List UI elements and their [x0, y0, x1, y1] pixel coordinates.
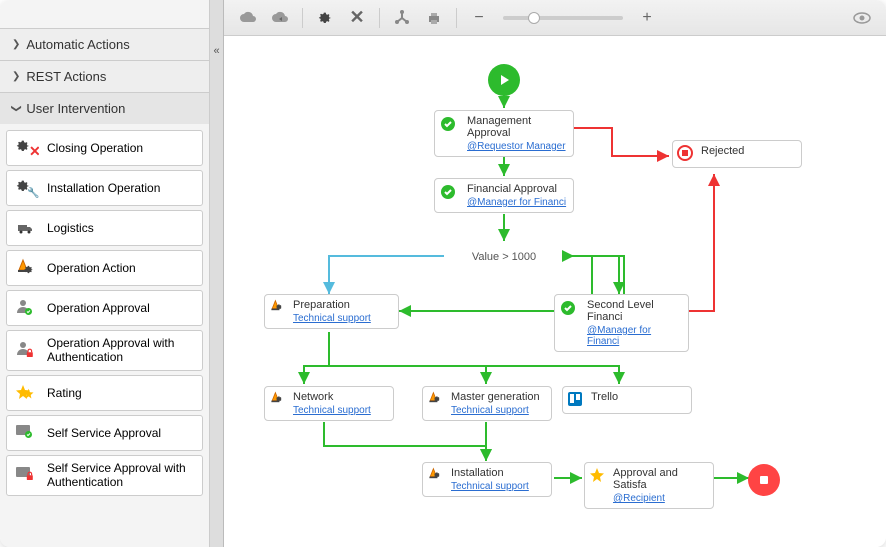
node-title: Trello — [591, 391, 685, 403]
palette-item-label: Operation Approval — [47, 301, 150, 315]
node-assignee[interactable]: Technical support — [451, 481, 545, 492]
node-title: Preparation — [293, 299, 392, 311]
decision-node[interactable]: Value > 1000 — [444, 242, 564, 272]
node-financial[interactable]: Financial Approval @Manager for Financi — [434, 178, 574, 213]
install-icon: 🔧 — [13, 176, 41, 200]
closing-icon: ✕ — [13, 136, 41, 160]
palette-item[interactable]: Rating — [6, 375, 203, 411]
node-title: Installation — [451, 467, 545, 479]
node-title: Master generation — [451, 391, 545, 403]
node-title: Second Level Financi — [587, 299, 682, 323]
print-button[interactable] — [420, 5, 448, 31]
cone-gear-icon — [269, 391, 291, 413]
zoom-out-button[interactable]: − — [465, 5, 493, 31]
node-title: Approval and Satisfa — [613, 467, 707, 491]
node-title: Management Approval — [467, 115, 567, 139]
cone-gear-icon — [269, 299, 291, 321]
palette-items: ✕ Closing Operation 🔧 Installation Opera… — [0, 124, 209, 502]
sidebar-collapse-handle[interactable]: « — [210, 0, 224, 547]
palette-item-label: Operation Action — [47, 261, 136, 275]
chevron-right-icon: ❯ — [12, 71, 20, 82]
node-assignee[interactable]: Technical support — [293, 313, 392, 324]
cone-gear-icon — [13, 256, 41, 280]
node-approval[interactable]: Approval and Satisfa @Recipient — [584, 462, 714, 509]
node-title: Financial Approval — [467, 183, 567, 195]
palette-item[interactable]: ✕ Closing Operation — [6, 130, 203, 166]
palette-item[interactable]: Operation Action — [6, 250, 203, 286]
delete-button[interactable]: ✕ — [343, 5, 371, 31]
cloud-button[interactable] — [234, 5, 262, 31]
stop-icon — [677, 145, 699, 167]
chevron-down-icon: ❯ — [11, 104, 22, 112]
palette-item[interactable]: Self Service Approval — [6, 415, 203, 451]
cloud-sync-button[interactable] — [266, 5, 294, 31]
node-rejected[interactable]: Rejected — [672, 140, 802, 168]
node-title: Network — [293, 391, 387, 403]
palette-section-automatic[interactable]: ❯ Automatic Actions — [0, 28, 209, 60]
node-trello[interactable]: Trello — [562, 386, 692, 414]
star-icon — [13, 381, 41, 405]
node-title: Rejected — [701, 145, 795, 157]
end-node[interactable] — [752, 468, 776, 492]
check-icon — [439, 115, 461, 137]
node-assignee[interactable]: @Recipient — [613, 493, 707, 504]
node-assignee[interactable]: Technical support — [451, 405, 545, 416]
palette-item[interactable]: Self Service Approval with Authenticatio… — [6, 455, 203, 496]
palette-item-label: Installation Operation — [47, 181, 160, 195]
check-icon — [439, 183, 461, 205]
palette-item-label: Self Service Approval — [47, 426, 161, 440]
palette-section-user[interactable]: ❯ User Intervention — [0, 92, 209, 124]
palette-item[interactable]: Logistics — [6, 210, 203, 246]
svg-text:✕: ✕ — [29, 143, 39, 158]
palette-item-label: Self Service Approval with Authenticatio… — [47, 461, 196, 490]
person-lock-icon — [13, 338, 41, 362]
star-icon — [589, 467, 611, 489]
slider-thumb[interactable] — [528, 12, 540, 24]
node-assignee[interactable]: Technical support — [293, 405, 387, 416]
cone-gear-icon — [427, 391, 449, 413]
palette-item-label: Operation Approval with Authentication — [47, 336, 196, 365]
check-icon — [559, 299, 581, 321]
palette-item-label: Rating — [47, 386, 82, 400]
decision-label: Value > 1000 — [472, 251, 536, 263]
zoom-in-button[interactable]: + — [633, 5, 661, 31]
palette-item[interactable]: 🔧 Installation Operation — [6, 170, 203, 206]
palette-item[interactable]: Operation Approval with Authentication — [6, 330, 203, 371]
screen-check-icon — [13, 421, 41, 445]
palette-section-label: REST Actions — [26, 69, 106, 84]
collapse-icon: « — [213, 45, 219, 57]
workflow-canvas[interactable]: Management Approval @Requestor Manager F… — [224, 36, 886, 547]
palette-section-label: Automatic Actions — [26, 37, 129, 52]
node-second[interactable]: Second Level Financi @Manager for Financ… — [554, 294, 689, 352]
preview-button[interactable] — [848, 5, 876, 31]
node-master[interactable]: Master generation Technical support — [422, 386, 552, 421]
truck-icon — [13, 216, 41, 240]
palette-sidebar: ❯ Automatic Actions ❯ REST Actions ❯ Use… — [0, 0, 210, 547]
node-assignee[interactable]: @Requestor Manager — [467, 141, 567, 152]
cone-gear-icon — [427, 467, 449, 489]
layout-button[interactable] — [388, 5, 416, 31]
node-management[interactable]: Management Approval @Requestor Manager — [434, 110, 574, 157]
node-assignee[interactable]: @Manager for Financi — [587, 325, 682, 347]
toolbar: ✕ − + — [224, 0, 886, 36]
palette-section-rest[interactable]: ❯ REST Actions — [0, 60, 209, 92]
node-preparation[interactable]: Preparation Technical support — [264, 294, 399, 329]
settings-button[interactable] — [311, 5, 339, 31]
node-assignee[interactable]: @Manager for Financi — [467, 197, 567, 208]
node-installation[interactable]: Installation Technical support — [422, 462, 552, 497]
palette-item[interactable]: Operation Approval — [6, 290, 203, 326]
palette-section-label: User Intervention — [26, 101, 125, 116]
palette-item-label: Closing Operation — [47, 141, 143, 155]
screen-lock-icon — [13, 463, 41, 487]
node-network[interactable]: Network Technical support — [264, 386, 394, 421]
svg-text:🔧: 🔧 — [27, 186, 39, 198]
palette-item-label: Logistics — [47, 221, 94, 235]
zoom-slider[interactable] — [503, 16, 623, 20]
trello-icon — [567, 391, 589, 413]
person-check-icon — [13, 296, 41, 320]
chevron-right-icon: ❯ — [12, 39, 20, 50]
start-node[interactable] — [492, 68, 516, 92]
